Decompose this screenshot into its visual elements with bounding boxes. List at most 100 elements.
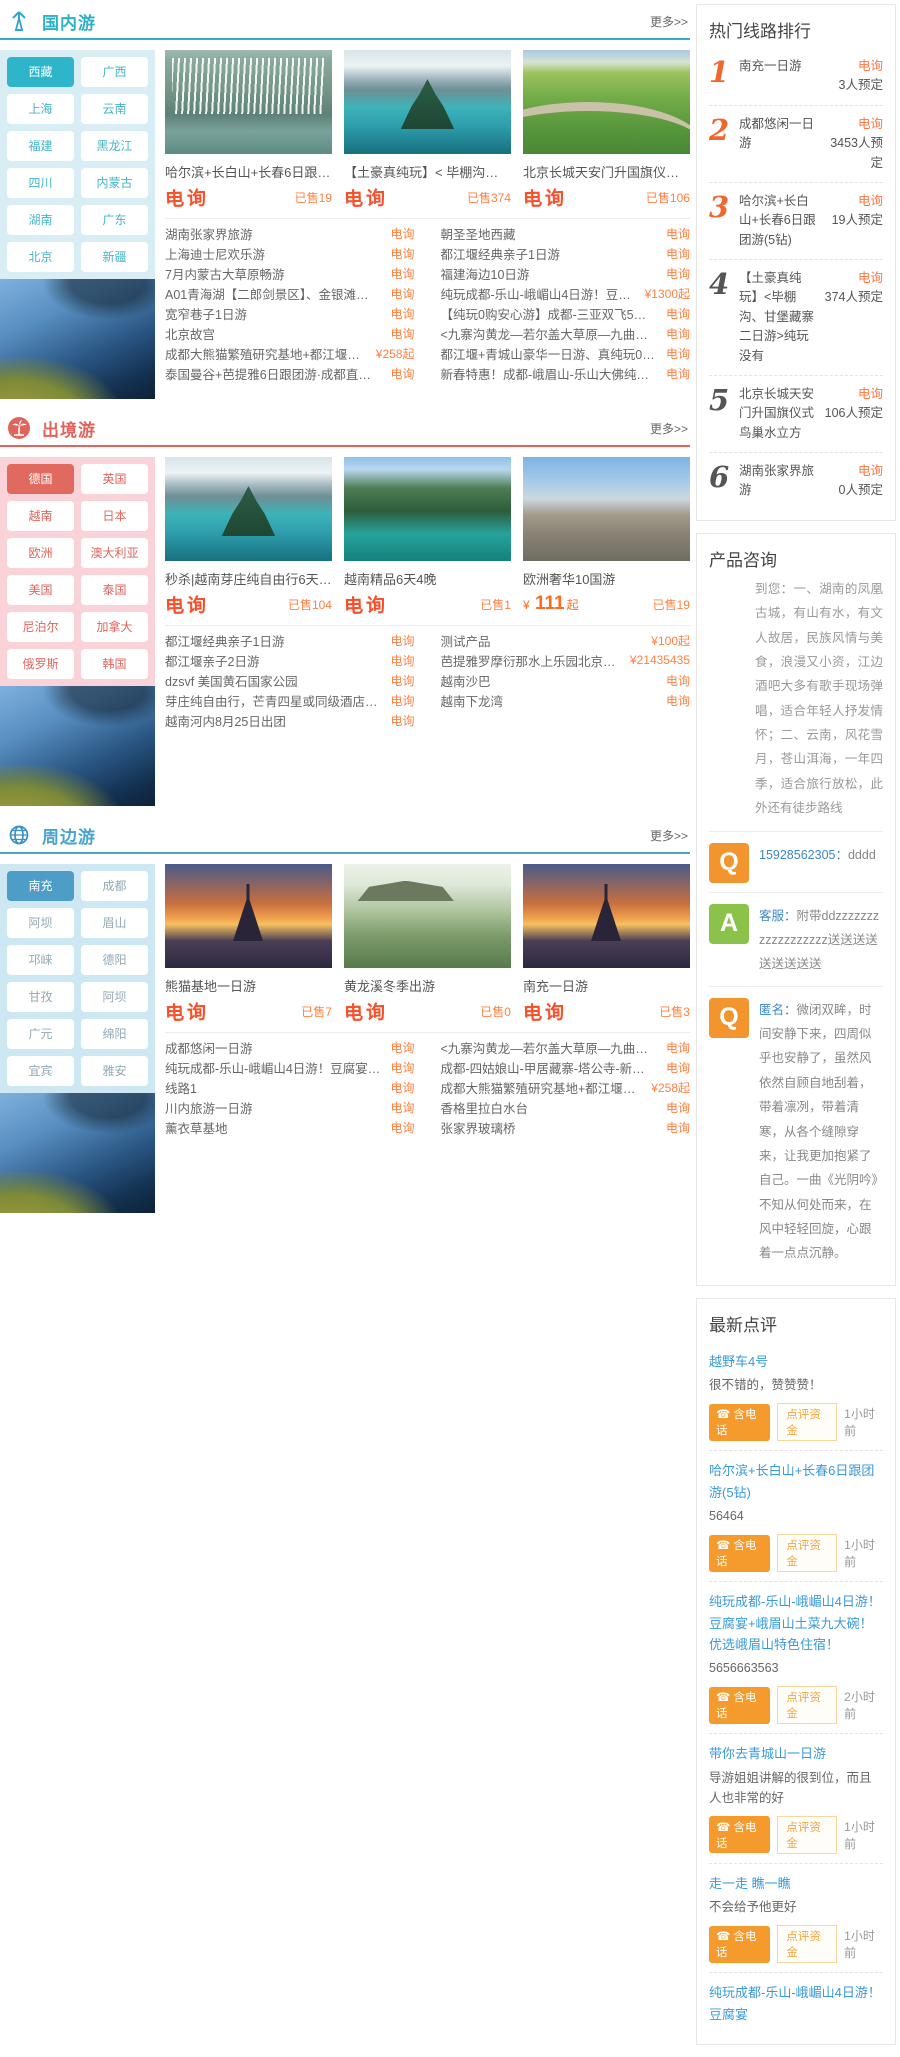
region-tag[interactable]: 广东 — [81, 205, 148, 235]
region-tag[interactable]: 加拿大 — [81, 612, 148, 642]
product-link-row[interactable]: 泰国曼谷+芭提雅6日跟团游·成都直飞 0自费 探... 电询 — [165, 363, 415, 383]
region-tag[interactable]: 德国 — [7, 464, 74, 494]
region-tag[interactable]: 德阳 — [81, 945, 148, 975]
product-link-row[interactable]: 湖南张家界旅游 电询 — [165, 223, 415, 243]
region-tag[interactable]: 邛崃 — [7, 945, 74, 975]
product-link-row[interactable]: 【纯玩0购安心游】成都-三亚双飞5日跟团游 蜈... 电询 — [441, 303, 691, 323]
region-tag[interactable]: 阿坝 — [7, 908, 74, 938]
region-tag[interactable]: 内蒙古 — [81, 168, 148, 198]
region-tag[interactable]: 广西 — [81, 57, 148, 87]
product-link-row[interactable]: A01青海湖【二郎剑景区】、金银滩、日月山、... 电询 — [165, 283, 415, 303]
product-link-row[interactable]: 都江堰经典亲子1日游 电询 — [441, 243, 691, 263]
review-product-title[interactable]: 走一走 瞧一瞧 — [709, 1873, 883, 1894]
region-tag[interactable]: 雅安 — [81, 1056, 148, 1086]
product-card[interactable]: 秒杀|越南芽庄纯自由行6天5晚，... 电询 已售104 — [165, 457, 332, 617]
region-tag[interactable]: 广元 — [7, 1019, 74, 1049]
product-card[interactable]: 欧洲奢华10国游 ¥ 111起 已售19 — [523, 457, 690, 617]
product-link-row[interactable]: 线路1 电询 — [165, 1077, 415, 1097]
product-card[interactable]: 越南精品6天4晚 电询 已售1 — [344, 457, 511, 617]
region-tag[interactable]: 湖南 — [7, 205, 74, 235]
ranking-item[interactable]: 3 哈尔滨+长白山+长春6日跟团游(5钻) 电询 19人预定 — [709, 183, 883, 260]
rank-inquiry-label[interactable]: 电询 — [821, 57, 883, 76]
product-link-row[interactable]: 香格里拉白水台 电询 — [441, 1097, 691, 1117]
phone-badge[interactable]: ☎ 含电话 — [709, 1926, 770, 1963]
product-link-row[interactable]: <九寨沟黄龙—若尔盖大草原—九曲花湖>尊享... 电询 — [441, 1037, 691, 1057]
product-link-row[interactable]: 越南河内8月25日出团 电询 — [165, 710, 415, 730]
reward-badge[interactable]: 点评资金 — [777, 1816, 837, 1854]
phone-badge[interactable]: ☎ 含电话 — [709, 1687, 770, 1724]
region-tag[interactable]: 眉山 — [81, 908, 148, 938]
region-tag[interactable]: 日本 — [81, 501, 148, 531]
review-product-title[interactable]: 越野车4号 — [709, 1351, 883, 1372]
region-tag[interactable]: 四川 — [7, 168, 74, 198]
region-tag[interactable]: 泰国 — [81, 575, 148, 605]
region-tag[interactable]: 阿坝 — [81, 982, 148, 1012]
product-link-row[interactable]: 纯玩成都-乐山-峨嵋山4日游！豆腐宴+峨眉山土... 电询 — [165, 1057, 415, 1077]
review-product-title[interactable]: 纯玩成都-乐山-峨嵋山4日游！豆腐宴 — [709, 1982, 883, 2025]
product-link-row[interactable]: 北京故宫 电询 — [165, 323, 415, 343]
product-link-row[interactable]: 新春特惠！成都-峨眉山-乐山大佛纯净2日游，全... 电询 — [441, 363, 691, 383]
product-link-row[interactable]: 越南沙巴 电询 — [441, 670, 691, 690]
product-link-row[interactable]: <九寨沟黄龙—若尔盖大草原—九曲花湖>尊享... 电询 — [441, 323, 691, 343]
product-card[interactable]: 南充一日游 电询 已售3 — [523, 864, 690, 1024]
phone-badge[interactable]: ☎ 含电话 — [709, 1404, 770, 1441]
product-link-row[interactable]: 成都大熊猫繁殖研究基地+都江堰纯玩1日游√三... ¥258起 — [441, 1077, 691, 1097]
ranking-item[interactable]: 6 湖南张家界旅游 电询 0人预定 — [709, 453, 883, 510]
product-card[interactable]: 哈尔滨+长白山+长春6日跟团游(... 电询 已售19 — [165, 50, 332, 210]
product-link-row[interactable]: 越南下龙湾 电询 — [441, 690, 691, 710]
region-tag[interactable]: 欧洲 — [7, 538, 74, 568]
product-link-row[interactable]: 都江堰+青城山豪华一日游、真纯玩0购物0自费... 电询 — [441, 343, 691, 363]
product-link-row[interactable]: 芭提雅罗摩衍那水上乐园北京故宫 ¥21435435 — [441, 650, 691, 670]
region-tag[interactable]: 澳大利亚 — [81, 538, 148, 568]
product-card[interactable]: 黄龙溪冬季出游 电询 已售0 — [344, 864, 511, 1024]
more-link[interactable]: 更多>> — [650, 827, 688, 844]
product-link-row[interactable]: 川内旅游一日游 电询 — [165, 1097, 415, 1117]
region-tag[interactable]: 南充 — [7, 871, 74, 901]
region-tag[interactable]: 宜宾 — [7, 1056, 74, 1086]
region-tag[interactable]: 甘孜 — [7, 982, 74, 1012]
product-link-row[interactable]: 都江堰经典亲子1日游 电询 — [165, 630, 415, 650]
product-link-row[interactable]: 芽庄纯自由行，芒青四星或同级酒店，往返直飞... 电询 — [165, 690, 415, 710]
region-tag[interactable]: 西藏 — [7, 57, 74, 87]
rank-inquiry-label[interactable]: 电询 — [821, 462, 883, 481]
more-link[interactable]: 更多>> — [650, 13, 688, 30]
rank-inquiry-label[interactable]: 电询 — [821, 115, 883, 134]
reward-badge[interactable]: 点评资金 — [777, 1686, 837, 1724]
ranking-item[interactable]: 5 北京长城天安门升国旗仪式鸟巢水立方 电询 106人预定 — [709, 376, 883, 453]
region-tag[interactable]: 绵阳 — [81, 1019, 148, 1049]
product-link-row[interactable]: 7月内蒙古大草原畅游 电询 — [165, 263, 415, 283]
review-product-title[interactable]: 纯玩成都-乐山-峨嵋山4日游！豆腐宴+峨眉山土菜九大碗！优选峨眉山特色住宿！ — [709, 1591, 883, 1655]
rank-inquiry-label[interactable]: 电询 — [821, 192, 883, 211]
ranking-item[interactable]: 1 南充一日游 电询 3人预定 — [709, 48, 883, 106]
region-tag[interactable]: 韩国 — [81, 649, 148, 679]
product-card[interactable]: 熊猫基地一日游 电询 已售7 — [165, 864, 332, 1024]
phone-badge[interactable]: ☎ 含电话 — [709, 1816, 770, 1853]
product-link-row[interactable]: 上海迪士尼欢乐游 电询 — [165, 243, 415, 263]
region-tag[interactable]: 新疆 — [81, 242, 148, 272]
product-link-row[interactable]: 朝圣圣地西藏 电询 — [441, 223, 691, 243]
rank-inquiry-label[interactable]: 电询 — [821, 269, 883, 288]
reward-badge[interactable]: 点评资金 — [777, 1403, 837, 1441]
region-tag[interactable]: 云南 — [81, 94, 148, 124]
ranking-item[interactable]: 2 成都悠闲一日游 电询 3453人预定 — [709, 106, 883, 183]
region-tag[interactable]: 黑龙江 — [81, 131, 148, 161]
review-product-title[interactable]: 哈尔滨+长白山+长春6日跟团游(5钻) — [709, 1460, 883, 1503]
more-link[interactable]: 更多>> — [650, 420, 688, 437]
product-link-row[interactable]: 福建海边10日游 电询 — [441, 263, 691, 283]
product-link-row[interactable]: 成都-四姑娘山-甲居藏寨-塔公寺-新都桥-泸定4... 电询 — [441, 1057, 691, 1077]
region-tag[interactable]: 俄罗斯 — [7, 649, 74, 679]
product-card[interactable]: 北京长城天安门升国旗仪式鸟巢... 电询 已售106 — [523, 50, 690, 210]
product-link-row[interactable]: 纯玩成都-乐山-峨嵋山4日游！豆腐宴+峨眉山土... ¥1300起 — [441, 283, 691, 303]
region-tag[interactable]: 尼泊尔 — [7, 612, 74, 642]
region-tag[interactable]: 北京 — [7, 242, 74, 272]
reward-badge[interactable]: 点评资金 — [777, 1534, 837, 1572]
region-tag[interactable]: 英国 — [81, 464, 148, 494]
region-tag[interactable]: 成都 — [81, 871, 148, 901]
product-link-row[interactable]: 测试产品 ¥100起 — [441, 630, 691, 650]
region-tag[interactable]: 福建 — [7, 131, 74, 161]
product-link-row[interactable]: 都江堰亲子2日游 电询 — [165, 650, 415, 670]
region-tag[interactable]: 上海 — [7, 94, 74, 124]
region-tag[interactable]: 美国 — [7, 575, 74, 605]
product-link-row[interactable]: 宽窄巷子1日游 电询 — [165, 303, 415, 323]
product-card[interactable]: 【土豪真纯玩】< 毕棚沟、甘堡... 电询 已售374 — [344, 50, 511, 210]
